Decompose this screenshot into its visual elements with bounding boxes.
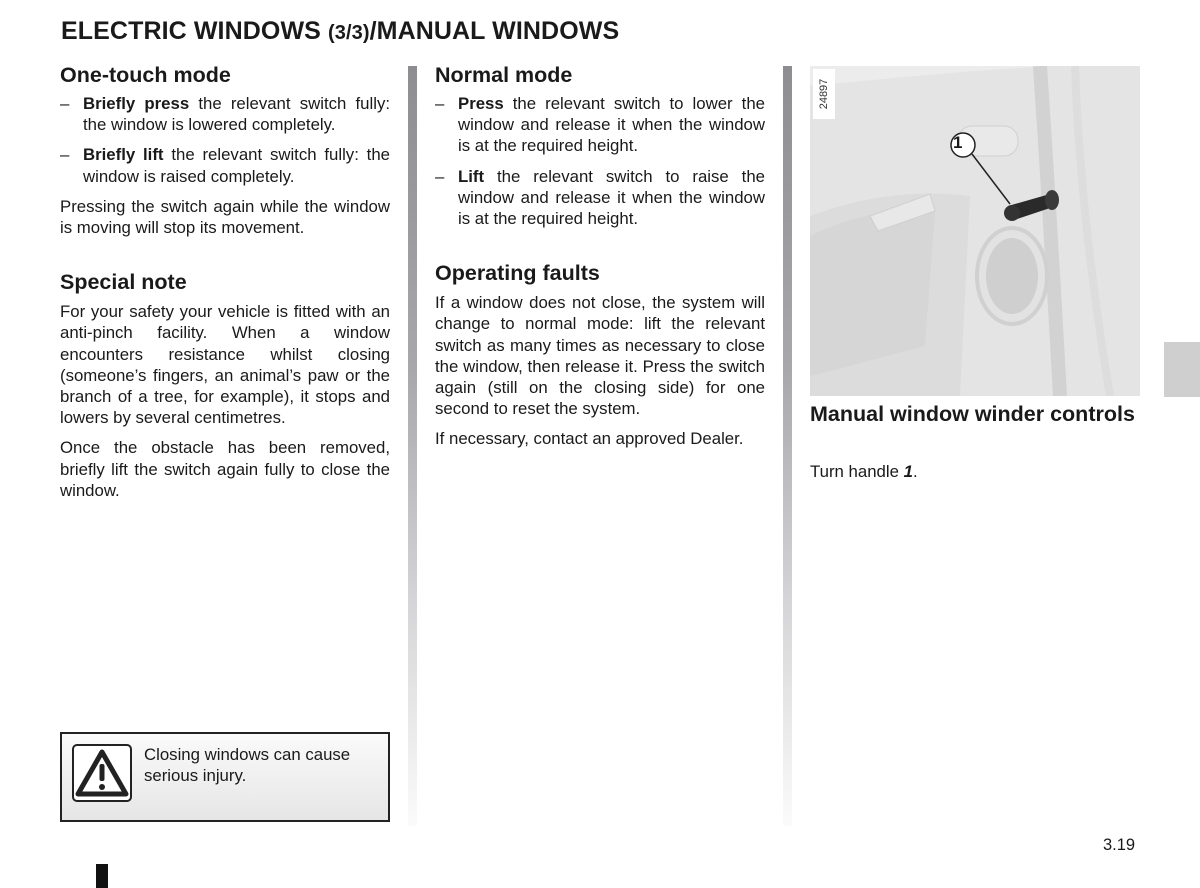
heading-one-touch-mode: One-touch mode [60,63,231,87]
paragraph: Once the obstacle has been removed, brie… [60,438,390,500]
list-item: – Briefly press the relevant switch fully… [60,93,390,135]
list-item: – Briefly lift the relevant switch fully:… [60,144,390,186]
chapter-tab [1164,342,1200,397]
item-text: the relevant switch to lower the window … [458,94,765,156]
caption-text: Turn handle 1. [810,461,918,482]
warning-box: Closing windows can cause serious injury… [60,732,390,822]
emphasis: Briefly lift [83,145,164,165]
figure-number-text: 24897 [818,78,830,110]
warning-text: Closing windows can cause serious injury… [144,745,351,785]
item-text: the relevant switch to raise the window … [458,166,765,229]
paragraph: If necessary, contact an approved Dealer… [435,429,744,449]
caption-suffix: . [912,462,918,481]
column-middle: Normal mode – Press the relevant switch t… [435,60,765,459]
dash-bullet: – [60,94,70,113]
callout-label: 1 [953,133,963,152]
warning-triangle-icon [72,744,132,802]
column-divider [783,66,792,826]
one-touch-list: – Briefly press the relevant switch fully… [60,93,390,187]
emphasis: Lift [458,166,485,186]
door-illustration [810,66,1140,396]
edge-mark [96,864,108,888]
dash-bullet: – [435,166,445,186]
list-item: – Lift the relevant switch to raise the w… [435,166,765,230]
column-left: One-touch mode – Briefly press the releva… [60,60,390,510]
emphasis: Briefly press [83,94,190,113]
page-title: ELECTRIC WINDOWS (3/3)/MANUAL WINDOWS [61,17,619,46]
title-main: ELECTRIC WINDOWS [61,17,328,45]
column-divider [408,66,417,826]
heading-operating-faults: Operating faults [435,261,600,286]
normal-mode-list: – Press the relevant switch to lower the … [435,93,765,229]
paragraph: For your safety your vehicle is fitted w… [60,302,390,428]
heading-normal-mode: Normal mode [435,63,573,87]
caption-prefix: Turn handle [810,462,904,481]
emphasis: Press [458,94,504,113]
dash-bullet: – [60,145,70,165]
title-secondary: /MANUAL WINDOWS [369,17,620,45]
list-item: – Press the relevant switch to lower the … [435,93,765,157]
dash-bullet: – [435,94,445,113]
figure-number: 24897 [813,69,835,119]
caption-ref: 1 [903,462,913,481]
title-part-indicator: (3/3) [327,22,370,44]
paragraph: Pressing the switch again while the wind… [60,196,390,238]
heading-special-note: Special note [60,270,187,295]
heading-manual-window-winder: Manual window winder controls [810,402,1135,426]
paragraph: If a window does not close, the system w… [435,293,765,419]
page-number: 3.19 [1103,836,1136,854]
